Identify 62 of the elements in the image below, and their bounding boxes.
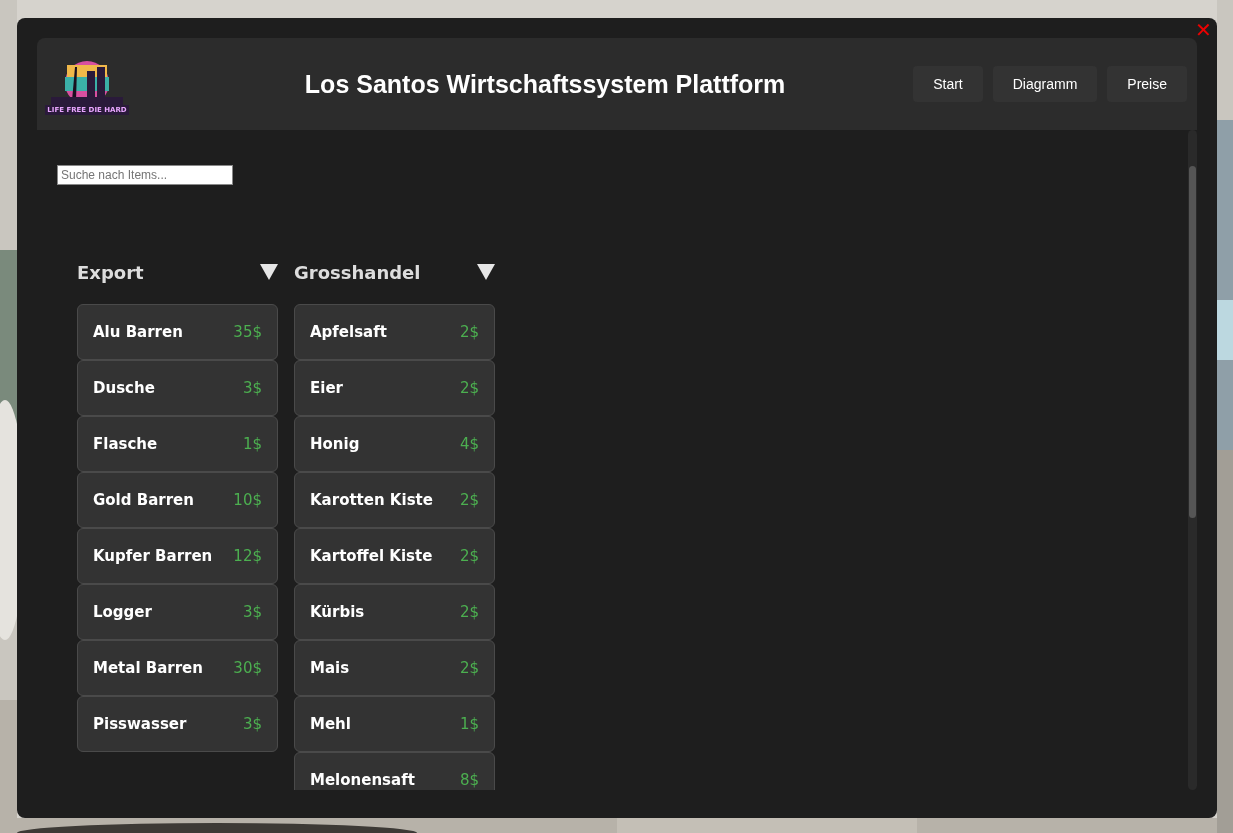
item-name: Pisswasser bbox=[93, 715, 187, 733]
scrollbar-thumb[interactable] bbox=[1189, 166, 1196, 518]
item-price: 2$ bbox=[459, 379, 479, 397]
item-price: 3$ bbox=[242, 379, 262, 397]
item-card[interactable]: Karotten Kiste 2$ bbox=[294, 472, 495, 528]
item-card[interactable]: Honig 4$ bbox=[294, 416, 495, 472]
item-card[interactable]: Apfelsaft 2$ bbox=[294, 304, 495, 360]
item-price: 2$ bbox=[459, 491, 479, 509]
item-name: Kupfer Barren bbox=[93, 547, 213, 565]
item-name: Apfelsaft bbox=[310, 323, 387, 341]
page-title: Los Santos Wirtschaftssystem Plattform bbox=[303, 69, 787, 99]
item-card[interactable]: Mais 2$ bbox=[294, 640, 495, 696]
item-name: Mais bbox=[310, 659, 350, 677]
item-card[interactable]: Alu Barren 35$ bbox=[77, 304, 278, 360]
item-name: Logger bbox=[93, 603, 152, 621]
item-card[interactable]: Logger 3$ bbox=[77, 584, 278, 640]
nav-button[interactable]: Preise bbox=[1107, 66, 1187, 102]
item-name: Metal Barren bbox=[93, 659, 203, 677]
item-name: Gold Barren bbox=[93, 491, 194, 509]
caret-icon[interactable] bbox=[260, 264, 278, 280]
item-price: 2$ bbox=[459, 603, 479, 621]
item-price: 12$ bbox=[233, 547, 262, 565]
category-title: Grosshandel bbox=[294, 261, 421, 283]
item-card[interactable]: Pisswasser 3$ bbox=[77, 696, 278, 752]
item-price: 4$ bbox=[459, 435, 479, 453]
search-field[interactable]: Suche nach Items... bbox=[57, 165, 233, 185]
item-card[interactable]: Mehl 1$ bbox=[294, 696, 495, 752]
item-card[interactable]: Kupfer Barren 12$ bbox=[77, 528, 278, 584]
item-name: Kürbis bbox=[310, 603, 365, 621]
item-card[interactable]: Melonensaft 8$ bbox=[294, 752, 495, 790]
item-name: Melonensaft bbox=[310, 771, 415, 789]
caret-icon[interactable] bbox=[477, 264, 495, 280]
item-name: Kartoffel Kiste bbox=[310, 547, 433, 565]
item-name: Dusche bbox=[93, 379, 155, 397]
item-card[interactable]: Eier 2$ bbox=[294, 360, 495, 416]
item-name: Honig bbox=[310, 435, 360, 453]
nav-button[interactable]: Start bbox=[913, 66, 983, 102]
item-price: 35$ bbox=[233, 323, 262, 341]
item-card[interactable]: Dusche 3$ bbox=[77, 360, 278, 416]
item-price: 30$ bbox=[233, 659, 262, 677]
item-card[interactable]: Gold Barren 10$ bbox=[77, 472, 278, 528]
item-name: Flasche bbox=[93, 435, 158, 453]
item-name: Karotten Kiste bbox=[310, 491, 433, 509]
item-card[interactable]: Kartoffel Kiste 2$ bbox=[294, 528, 495, 584]
item-name: Mehl bbox=[310, 715, 351, 733]
item-price: 1$ bbox=[242, 435, 262, 453]
item-price: 2$ bbox=[459, 547, 479, 565]
item-name: Alu Barren bbox=[93, 323, 183, 341]
item-price: 2$ bbox=[459, 323, 479, 341]
item-price: 2$ bbox=[459, 659, 479, 677]
item-card[interactable]: Kürbis 2$ bbox=[294, 584, 495, 640]
item-card[interactable]: Flasche 1$ bbox=[77, 416, 278, 472]
item-name: Eier bbox=[310, 379, 343, 397]
close-button[interactable]: ✕ bbox=[1193, 20, 1213, 40]
item-price: 1$ bbox=[459, 715, 479, 733]
item-price: 10$ bbox=[233, 491, 262, 509]
item-price: 3$ bbox=[242, 715, 262, 733]
item-card[interactable]: Metal Barren 30$ bbox=[77, 640, 278, 696]
item-price: 3$ bbox=[242, 603, 262, 621]
item-price: 8$ bbox=[459, 771, 479, 789]
category-title: Export bbox=[77, 261, 144, 283]
nav-button[interactable]: Diagramm bbox=[992, 66, 1098, 102]
